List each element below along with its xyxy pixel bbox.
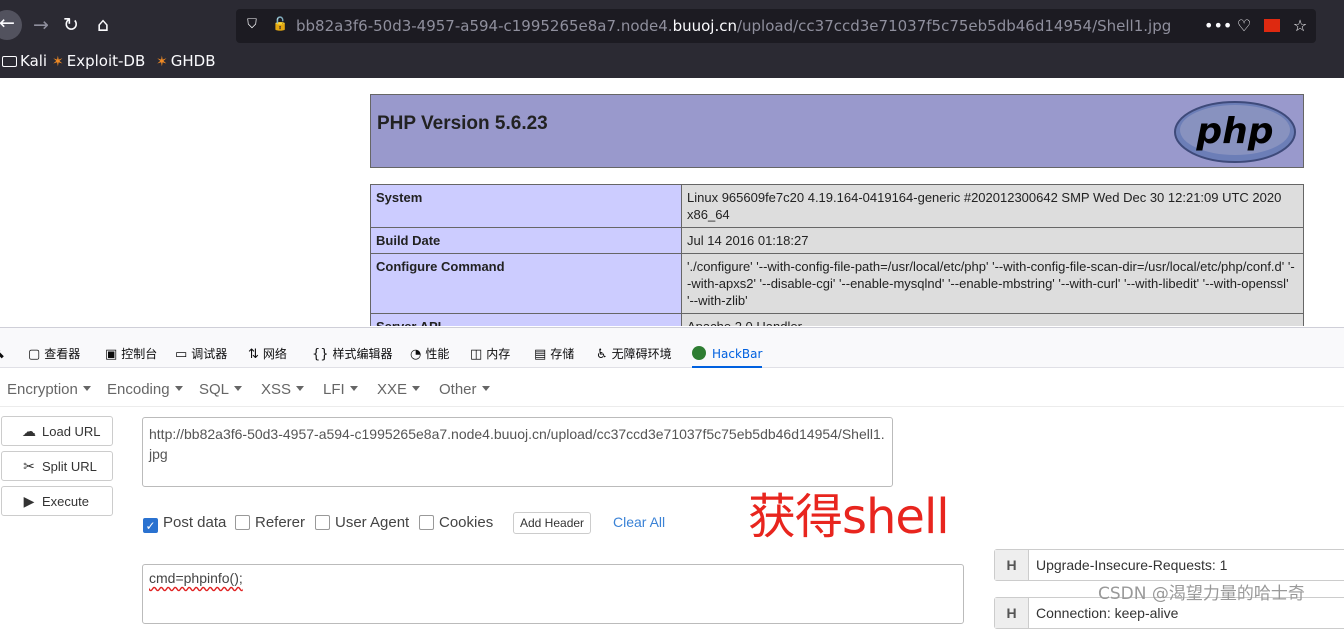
table-row: Server API Apache 2.0 Handler: [370, 313, 1304, 326]
table-row: Build Date Jul 14 2016 01:18:27: [370, 227, 1304, 254]
user-agent-checkbox[interactable]: User Agent: [315, 514, 409, 531]
svg-text:php: php: [1195, 111, 1273, 152]
row-key: Configure Command: [370, 253, 682, 314]
menu-other[interactable]: Other: [439, 381, 490, 398]
cookies-checkbox[interactable]: Cookies: [419, 514, 493, 531]
bookmark-kali[interactable]: Kali: [2, 50, 47, 72]
row-value: Jul 14 2016 01:18:27: [681, 227, 1304, 254]
bookmark-star-icon[interactable]: ☆: [1290, 16, 1310, 36]
tab-debugger[interactable]: ▭ 调试器: [175, 328, 227, 368]
bug-icon: ✶: [52, 54, 64, 70]
tab-console[interactable]: ▣ 控制台: [105, 328, 157, 368]
php-logo: php: [1174, 101, 1296, 163]
referer-checkbox[interactable]: Referer: [235, 514, 305, 531]
checkbox-box: [315, 515, 330, 530]
load-url-button[interactable]: ☁ Load URL: [1, 416, 113, 446]
row-key: Server API: [370, 313, 682, 326]
hackbar-icon: [692, 346, 706, 360]
insecure-lock-icon[interactable]: 🔓: [272, 17, 288, 33]
menu-xxe[interactable]: XXE: [377, 381, 421, 398]
tab-accessibility[interactable]: ♿ 无障碍环境: [596, 328, 672, 368]
clear-all-link[interactable]: Clear All: [613, 514, 665, 530]
split-url-button[interactable]: ✂ Split URL: [1, 451, 113, 481]
tab-performance[interactable]: ◔ 性能: [410, 328, 449, 368]
caret-down-icon: [174, 386, 183, 391]
cloud-download-icon: ☁: [22, 423, 36, 439]
browser-toolbar: ← → ↻ ⌂ ⛉ 🔓 bb82a3f6-50d3-4957-a594-c199…: [0, 0, 1344, 78]
table-row: Configure Command './configure' '--with-…: [370, 253, 1304, 314]
reload-button[interactable]: ↻: [58, 12, 84, 38]
menu-sql[interactable]: SQL: [199, 381, 243, 398]
check-icon: ✓: [143, 518, 158, 533]
row-key: Build Date: [370, 227, 682, 254]
caret-down-icon: [412, 386, 421, 391]
header-row[interactable]: H Upgrade-Insecure-Requests: 1: [994, 549, 1344, 581]
caret-down-icon: [349, 386, 358, 391]
china-flag-icon[interactable]: [1264, 19, 1280, 32]
element-picker-icon[interactable]: ⬉: [0, 328, 9, 368]
php-version-title: PHP Version 5.6.23: [377, 113, 548, 134]
post-data-checkbox[interactable]: ✓ Post data: [143, 514, 226, 533]
tab-inspector[interactable]: ▢ 查看器: [28, 328, 80, 368]
checkbox-box: [235, 515, 250, 530]
bookmark-exploit-db[interactable]: ✶ Exploit-DB: [52, 50, 145, 73]
row-value: Linux 965609fe7c20 4.19.164-0419164-gene…: [681, 184, 1304, 228]
tab-storage[interactable]: ▤ 存储: [534, 328, 574, 368]
caret-down-icon: [481, 386, 490, 391]
back-button[interactable]: ←: [0, 10, 22, 40]
folder-icon: [2, 56, 17, 67]
devtools-panel: ⬉ ▢查看器 ▣控制台 ▭调试器 ⇅网络 {}样式编辑器 ◔性能 ◫内存 ▤存储…: [0, 327, 1344, 629]
bug-icon: ✶: [156, 54, 168, 70]
header-toggle[interactable]: H: [995, 550, 1029, 580]
menu-lfi[interactable]: LFI: [323, 381, 358, 398]
pocket-icon[interactable]: ♡: [1234, 16, 1254, 36]
csdn-watermark: CSDN @渴望力量的哈士奇: [1098, 584, 1305, 604]
row-key: System: [370, 184, 682, 228]
caret-down-icon: [296, 386, 305, 391]
menu-encryption[interactable]: Encryption: [7, 381, 91, 398]
tab-hackbar[interactable]: HackBar: [692, 328, 763, 368]
annotation-text: 获得shell: [748, 489, 950, 545]
forward-button[interactable]: →: [28, 12, 54, 38]
shield-icon[interactable]: ⛉: [244, 17, 260, 33]
menu-encoding[interactable]: Encoding: [107, 381, 183, 398]
tab-style-editor[interactable]: {} 样式编辑器: [312, 328, 393, 368]
phpinfo-header: PHP Version 5.6.23 php: [370, 94, 1304, 168]
header-value[interactable]: Upgrade-Insecure-Requests: 1: [1036, 550, 1227, 580]
post-data-textarea[interactable]: cmd=phpinfo();: [142, 564, 964, 624]
add-header-button[interactable]: Add Header: [513, 512, 592, 534]
scissors-icon: ✂: [23, 458, 35, 474]
caret-down-icon: [234, 386, 243, 391]
caret-down-icon: [82, 386, 91, 391]
page-content: PHP Version 5.6.23 php System Linux 9656…: [0, 78, 1344, 326]
bookmark-ghdb[interactable]: ✶ GHDB: [156, 50, 215, 73]
tab-memory[interactable]: ◫ 内存: [470, 328, 510, 368]
tab-network[interactable]: ⇅ 网络: [248, 328, 287, 368]
phpinfo-table: System Linux 965609fe7c20 4.19.164-04191…: [370, 184, 1304, 326]
hackbar-menu: Encryption Encoding SQL XSS LFI XXE Othe…: [0, 369, 1344, 407]
table-row: System Linux 965609fe7c20 4.19.164-04191…: [370, 184, 1304, 228]
play-icon: ▶: [23, 493, 35, 509]
execute-button[interactable]: ▶ Execute: [1, 486, 113, 516]
row-value: Apache 2.0 Handler: [681, 313, 1304, 326]
page-actions-icon[interactable]: •••: [1204, 16, 1232, 36]
menu-xss[interactable]: XSS: [261, 381, 305, 398]
home-button[interactable]: ⌂: [90, 12, 116, 38]
devtools-tabbar: ⬉ ▢查看器 ▣控制台 ▭调试器 ⇅网络 {}样式编辑器 ◔性能 ◫内存 ▤存储…: [0, 328, 1344, 368]
address-bar[interactable]: ⛉ 🔓 bb82a3f6-50d3-4957-a594-c1995265e8a7…: [236, 9, 1316, 43]
row-value: './configure' '--with-config-file-path=/…: [681, 253, 1304, 314]
url-text[interactable]: bb82a3f6-50d3-4957-a594-c1995265e8a7.nod…: [296, 17, 1171, 35]
header-toggle[interactable]: H: [995, 598, 1029, 628]
checkbox-box: [419, 515, 434, 530]
